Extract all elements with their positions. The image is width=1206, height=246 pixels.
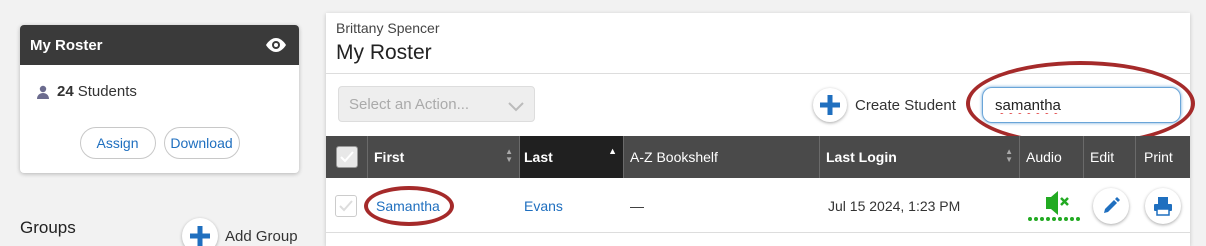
roster-panel: Brittany Spencer My Roster Select an Act…: [326, 13, 1195, 246]
column-header-audio-label: Audio: [1026, 149, 1062, 165]
plus-icon: [813, 88, 847, 122]
edit-cell: [1093, 178, 1129, 233]
plus-icon: [182, 218, 218, 246]
bookshelf-cell: —: [630, 197, 644, 214]
printer-icon[interactable]: [1145, 187, 1181, 224]
column-header-print: Print: [1136, 136, 1190, 178]
print-cell: [1145, 178, 1181, 233]
column-header-last-login-label: Last Login: [826, 149, 897, 165]
pencil-icon[interactable]: [1093, 187, 1129, 224]
checkmark-icon: [339, 151, 354, 163]
eye-icon[interactable]: [263, 36, 289, 54]
column-header-audio: Audio: [1020, 136, 1084, 178]
roster-card: My Roster 24 Students Assign Download: [20, 25, 299, 173]
checkmark-icon: [339, 199, 353, 211]
page-title: My Roster: [336, 41, 432, 64]
column-header-edit: Edit: [1084, 136, 1136, 178]
action-select-placeholder: Select an Action...: [349, 95, 470, 113]
groups-title: Groups: [20, 218, 76, 237]
column-header-bookshelf-label: A-Z Bookshelf: [630, 149, 718, 165]
create-student-label: Create Student: [855, 96, 956, 114]
student-last-name-link[interactable]: Evans: [524, 178, 563, 233]
column-header-last-label: Last: [524, 149, 553, 165]
divider: [326, 73, 1190, 74]
add-group-button[interactable]: Add Group: [182, 218, 298, 246]
row-check-cell: [335, 178, 357, 233]
column-header-print-label: Print: [1144, 149, 1173, 165]
column-header-last[interactable]: Last ▲: [520, 136, 624, 178]
sort-icon: ▲ ▼: [1005, 147, 1013, 164]
table-row: Samantha Evans — Jul 15 2024, 1:23 PM: [326, 178, 1190, 233]
add-group-label: Add Group: [225, 227, 298, 245]
teacher-name: Brittany Spencer: [336, 20, 440, 36]
student-count: 24 Students: [20, 65, 299, 100]
column-header-bookshelf: A-Z Bookshelf: [624, 136, 820, 178]
student-count-number: 24: [57, 83, 74, 100]
column-header-first[interactable]: First ▲ ▼: [368, 136, 520, 178]
column-header-edit-label: Edit: [1090, 149, 1115, 165]
chevron-down-icon: [508, 99, 524, 112]
student-count-label: Students: [77, 83, 137, 100]
row-checkbox[interactable]: [335, 194, 357, 217]
column-header-first-label: First: [374, 149, 405, 165]
search-field[interactable]: [982, 87, 1181, 123]
sort-ascending-icon: ▲: [608, 146, 617, 156]
student-first-name-link[interactable]: Samantha: [376, 178, 440, 233]
sort-icon: ▲ ▼: [505, 147, 513, 164]
create-student-button[interactable]: Create Student: [813, 88, 956, 122]
roster-card-header: My Roster: [20, 25, 299, 65]
audio-muted-icon[interactable]: [1024, 178, 1084, 233]
person-icon: [36, 85, 50, 99]
action-select[interactable]: Select an Action...: [338, 86, 535, 122]
select-all-checkbox[interactable]: [335, 146, 358, 168]
select-all-cell: [326, 136, 368, 178]
table-header: First ▲ ▼ Last ▲ A-Z Bookshelf Last Login…: [326, 136, 1190, 178]
roster-card-title: My Roster: [30, 36, 103, 54]
column-header-last-login[interactable]: Last Login ▲ ▼: [820, 136, 1020, 178]
download-button[interactable]: Download: [163, 127, 240, 159]
last-login-cell: Jul 15 2024, 1:23 PM: [828, 197, 961, 214]
assign-button[interactable]: Assign: [79, 127, 156, 159]
roster-card-actions: Assign Download: [20, 127, 299, 159]
search-input[interactable]: [995, 96, 1165, 114]
